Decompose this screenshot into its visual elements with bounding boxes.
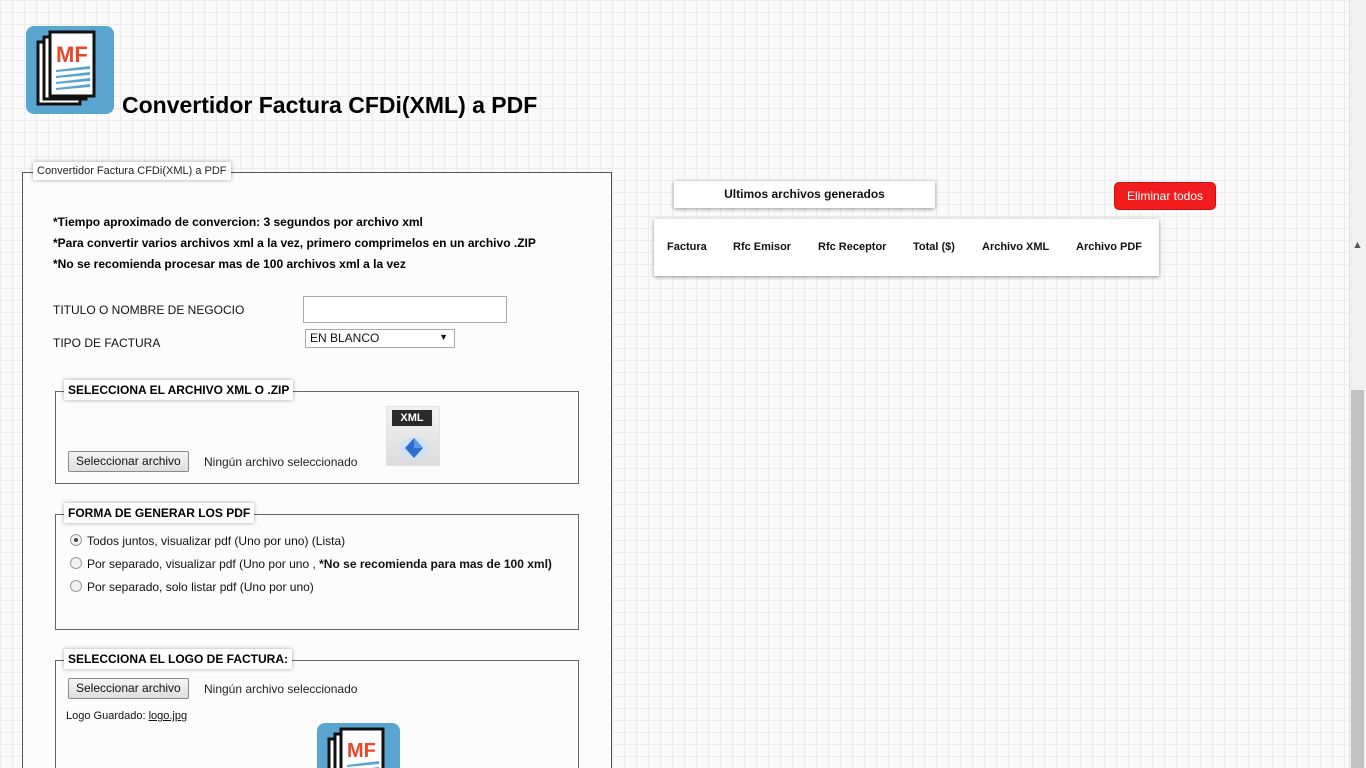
- scroll-up-arrow-icon[interactable]: ▲: [1349, 236, 1366, 253]
- logo-preview-text: MF: [347, 740, 376, 762]
- recent-files-table: Factura Rfc Emisor Rfc Receptor Total ($…: [654, 219, 1159, 276]
- select-logo-file-button[interactable]: Seleccionar archivo: [68, 678, 189, 699]
- column-header-archivo-pdf: Archivo PDF: [1076, 241, 1143, 253]
- recent-files-title: Ultimos archivos generados: [674, 181, 935, 208]
- saved-logo-label: Logo Guardado:: [66, 710, 146, 722]
- invoice-type-label: TIPO DE FACTURA: [53, 336, 161, 350]
- pdf-mode-option-label: Por separado, solo listar pdf (Uno por u…: [87, 580, 314, 594]
- note-item: *Para convertir varios archivos xml a la…: [53, 236, 536, 250]
- pdf-mode-legend: FORMA DE GENERAR LOS PDF: [64, 503, 255, 523]
- radio-unselected-icon[interactable]: [70, 557, 82, 569]
- xml-file-icon: XML: [386, 406, 440, 466]
- column-header-total: Total ($): [913, 241, 955, 253]
- dropdown-arrow-icon: ▼: [439, 332, 448, 342]
- column-header-factura: Factura: [667, 241, 707, 253]
- column-header-rfc-emisor: Rfc Emisor: [733, 241, 792, 253]
- logo-upload-legend: SELECCIONA EL LOGO DE FACTURA:: [64, 649, 293, 669]
- saved-logo-link[interactable]: logo.jpg: [149, 710, 188, 722]
- invoice-type-select[interactable]: EN BLANCO ▼: [305, 329, 455, 348]
- page-title: Convertidor Factura CFDi(XML) a PDF: [122, 92, 538, 118]
- scrollbar-thumb[interactable]: [1351, 390, 1364, 768]
- pdf-mode-option[interactable]: Todos juntos, visualizar pdf (Uno por un…: [70, 534, 345, 548]
- instructions-notes: *Tiempo aproximado de convercion: 3 segu…: [53, 212, 536, 275]
- xml-file-status: Ningún archivo seleccionado: [204, 455, 358, 469]
- business-title-label: TITULO O NOMBRE DE NEGOCIO: [53, 303, 245, 317]
- pdf-mode-option[interactable]: Por separado, solo listar pdf (Uno por u…: [70, 580, 314, 594]
- pdf-mode-section: FORMA DE GENERAR LOS PDF: [55, 503, 579, 630]
- converter-form-legend: Convertidor Factura CFDi(XML) a PDF: [33, 162, 231, 180]
- select-xml-file-button[interactable]: Seleccionar archivo: [68, 451, 189, 472]
- invoice-type-value: EN BLANCO: [310, 331, 380, 345]
- column-header-rfc-receptor: Rfc Receptor: [818, 241, 887, 253]
- note-item: *Tiempo aproximado de convercion: 3 segu…: [53, 215, 423, 229]
- pdf-mode-option-label: Por separado, visualizar pdf (Uno por un…: [87, 557, 316, 571]
- business-title-input[interactable]: [303, 296, 507, 323]
- radio-unselected-icon[interactable]: [70, 580, 82, 592]
- xml-icon-label: XML: [392, 410, 432, 426]
- pdf-mode-option-warning: *No se recomienda para mas de 100 xml): [319, 557, 552, 571]
- radio-selected-icon[interactable]: [70, 534, 82, 546]
- column-header-archivo-xml: Archivo XML: [982, 241, 1050, 253]
- saved-logo-info: Logo Guardado: logo.jpg: [66, 710, 187, 722]
- logo-file-status: Ningún archivo seleccionado: [204, 682, 358, 696]
- pdf-mode-option-label: Todos juntos, visualizar pdf (Uno por un…: [87, 534, 346, 548]
- delete-all-button[interactable]: Eliminar todos: [1114, 182, 1216, 210]
- pdf-mode-option[interactable]: Por separado, visualizar pdf (Uno por un…: [70, 557, 552, 571]
- app-logo-icon: MF: [26, 26, 114, 114]
- app-logo-text: MF: [56, 42, 88, 67]
- logo-preview-image: MF: [317, 723, 400, 768]
- note-item: *No se recomienda procesar mas de 100 ar…: [53, 257, 406, 271]
- xml-upload-legend: SELECCIONA EL ARCHIVO XML O .ZIP: [64, 380, 294, 400]
